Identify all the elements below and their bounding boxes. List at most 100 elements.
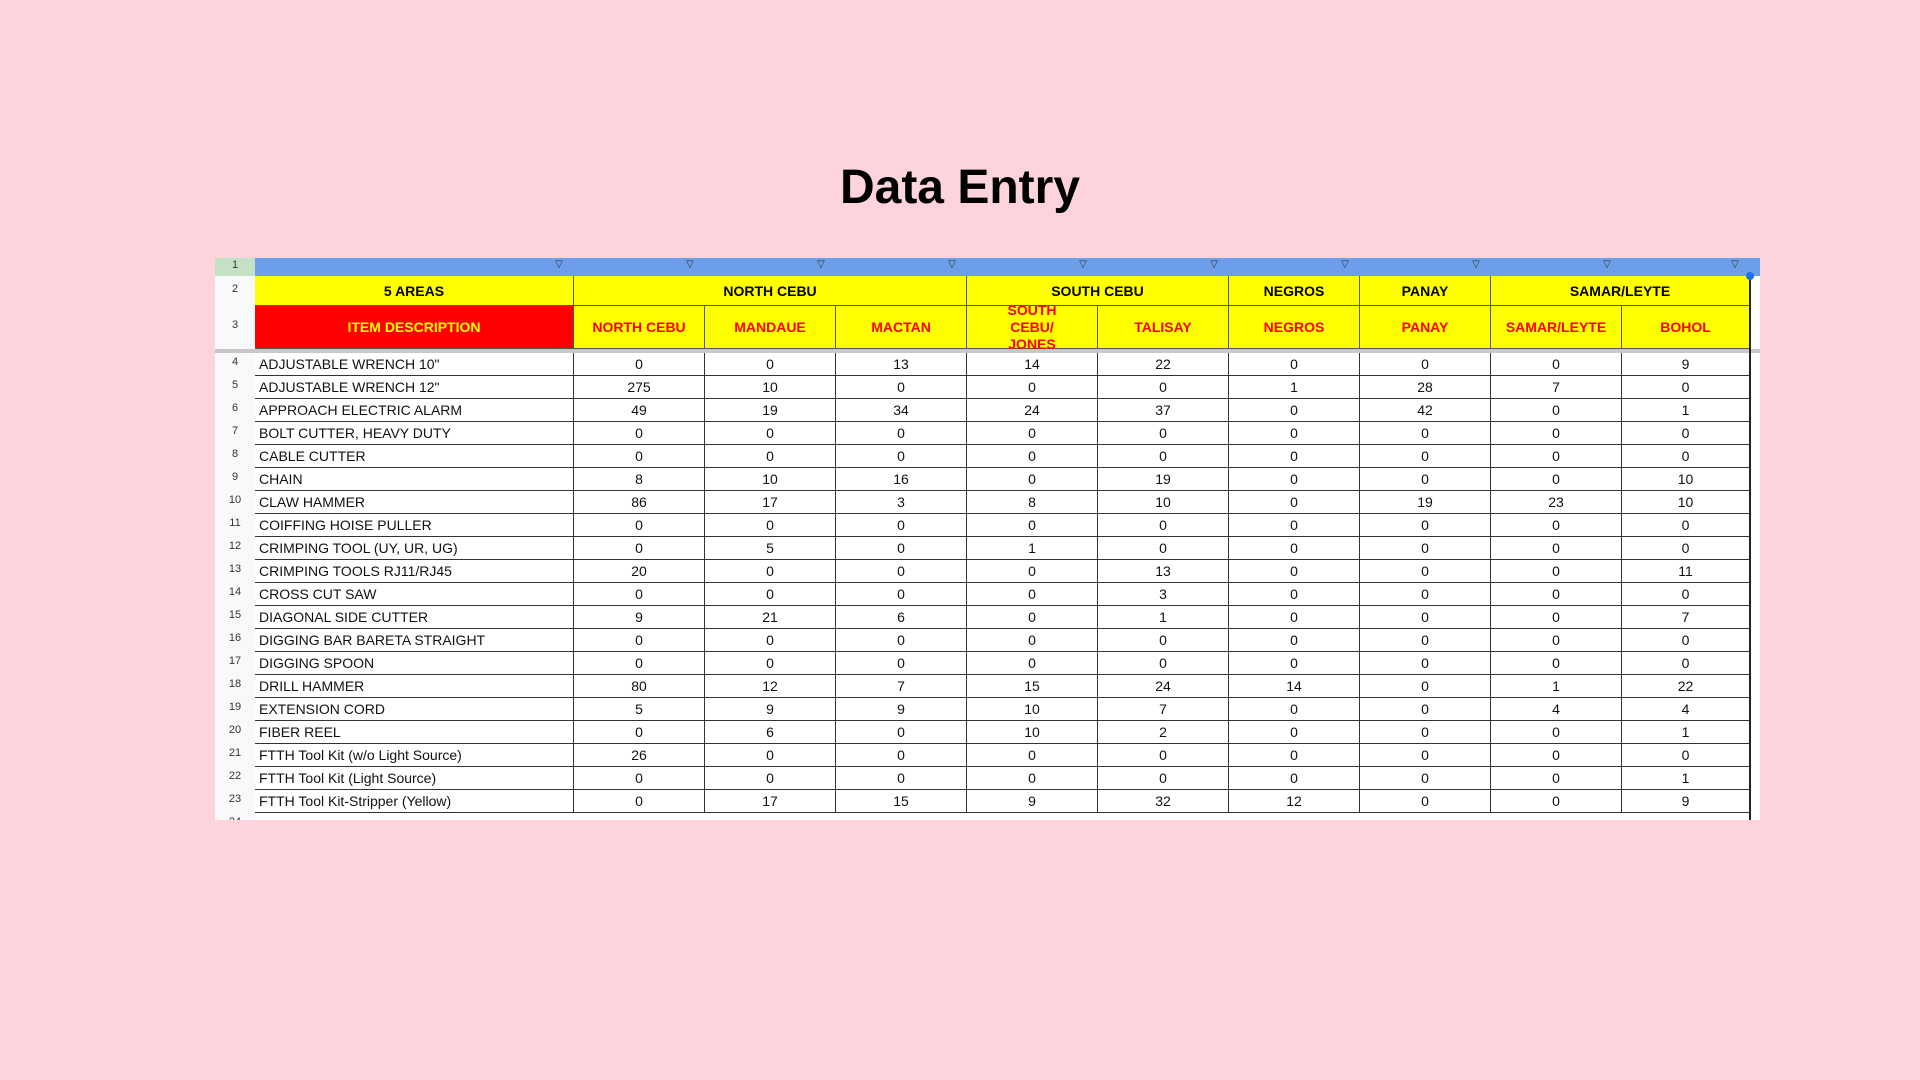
quantity-cell[interactable]: 1 [1622,399,1750,422]
quantity-cell[interactable]: 7 [836,675,967,698]
quantity-cell[interactable]: 13 [836,353,967,376]
quantity-cell[interactable]: 0 [574,790,705,813]
quantity-cell[interactable]: 28 [1360,376,1491,399]
filter-icon[interactable]: ▽ [1728,260,1742,270]
quantity-cell[interactable]: 0 [836,629,967,652]
quantity-cell[interactable]: 80 [574,675,705,698]
item-cell[interactable]: ADJUSTABLE WRENCH 12" [255,376,574,399]
quantity-cell[interactable]: 1 [1491,675,1622,698]
filter-icon[interactable]: ▽ [552,260,566,270]
item-cell[interactable]: FTTH Tool Kit (w/o Light Source) [255,744,574,767]
quantity-cell[interactable]: 0 [967,744,1098,767]
quantity-cell[interactable]: 9 [574,606,705,629]
quantity-cell[interactable]: 8 [967,491,1098,514]
quantity-cell[interactable]: 0 [1360,675,1491,698]
quantity-cell[interactable]: 0 [1229,698,1360,721]
quantity-cell[interactable]: 22 [1098,353,1229,376]
item-cell[interactable]: ADJUSTABLE WRENCH 10" [255,353,574,376]
quantity-cell[interactable]: 0 [1491,422,1622,445]
filter-icon[interactable]: ▽ [945,260,959,270]
quantity-cell[interactable]: 7 [1098,698,1229,721]
filter-icon[interactable]: ▽ [1076,260,1090,270]
quantity-cell[interactable]: 1 [1622,721,1750,744]
quantity-cell[interactable]: 0 [1622,445,1750,468]
quantity-cell[interactable]: 1 [967,537,1098,560]
quantity-cell[interactable]: 0 [836,744,967,767]
quantity-cell[interactable]: 34 [836,399,967,422]
quantity-cell[interactable]: 0 [1098,422,1229,445]
item-cell[interactable]: EXTENSION CORD [255,698,574,721]
column-header[interactable]: MACTAN [836,306,967,349]
quantity-cell[interactable]: 0 [1229,445,1360,468]
quantity-cell[interactable]: 0 [1622,744,1750,767]
row-number[interactable]: 9 [215,468,255,491]
quantity-cell[interactable]: 17 [705,491,836,514]
item-cell[interactable]: FTTH Tool Kit-Stripper (Yellow) [255,790,574,813]
quantity-cell[interactable]: 5 [705,537,836,560]
row-number[interactable]: 14 [215,583,255,606]
quantity-cell[interactable]: 15 [967,675,1098,698]
item-cell[interactable]: FIBER REEL [255,721,574,744]
quantity-cell[interactable]: 6 [836,606,967,629]
quantity-cell[interactable]: 21 [705,606,836,629]
quantity-cell[interactable]: 0 [967,445,1098,468]
quantity-cell[interactable]: 13 [1098,560,1229,583]
quantity-cell[interactable]: 10 [967,698,1098,721]
quantity-cell[interactable]: 7 [1491,376,1622,399]
item-cell[interactable]: COIFFING HOISE PULLER [255,514,574,537]
quantity-cell[interactable]: 12 [1229,790,1360,813]
quantity-cell[interactable]: 10 [705,376,836,399]
quantity-cell[interactable]: 0 [836,376,967,399]
quantity-cell[interactable]: 0 [1360,629,1491,652]
column-header[interactable]: SAMAR/LEYTE [1491,306,1622,349]
quantity-cell[interactable]: 0 [1360,744,1491,767]
quantity-cell[interactable]: 14 [967,353,1098,376]
quantity-cell[interactable]: 0 [836,537,967,560]
item-cell[interactable]: DIAGONAL SIDE CUTTER [255,606,574,629]
quantity-cell[interactable]: 9 [1622,790,1750,813]
quantity-cell[interactable]: 10 [705,468,836,491]
quantity-cell[interactable]: 49 [574,399,705,422]
quantity-cell[interactable]: 24 [967,399,1098,422]
row-number[interactable]: 7 [215,422,255,445]
quantity-cell[interactable]: 3 [836,491,967,514]
quantity-cell[interactable]: 0 [1098,514,1229,537]
quantity-cell[interactable]: 0 [836,422,967,445]
quantity-cell[interactable]: 0 [836,583,967,606]
item-cell[interactable]: DIGGING BAR BARETA STRAIGHT [255,629,574,652]
quantity-cell[interactable]: 0 [1360,767,1491,790]
column-header[interactable]: MANDAUE [705,306,836,349]
filter-icon[interactable]: ▽ [814,260,828,270]
quantity-cell[interactable]: 0 [705,353,836,376]
quantity-cell[interactable]: 0 [836,514,967,537]
quantity-cell[interactable]: 0 [1622,652,1750,675]
quantity-cell[interactable]: 0 [705,514,836,537]
quantity-cell[interactable]: 15 [836,790,967,813]
quantity-cell[interactable]: 0 [836,721,967,744]
quantity-cell[interactable]: 0 [836,560,967,583]
row-number[interactable]: 17 [215,652,255,675]
quantity-cell[interactable]: 0 [1229,744,1360,767]
quantity-cell[interactable]: 0 [1360,583,1491,606]
quantity-cell[interactable]: 14 [1229,675,1360,698]
item-cell[interactable]: DRILL HAMMER [255,675,574,698]
quantity-cell[interactable]: 0 [967,767,1098,790]
quantity-cell[interactable]: 0 [836,652,967,675]
quantity-cell[interactable]: 0 [574,652,705,675]
quantity-cell[interactable]: 5 [574,698,705,721]
row-number[interactable]: 5 [215,376,255,399]
quantity-cell[interactable]: 8 [574,468,705,491]
quantity-cell[interactable]: 10 [967,721,1098,744]
quantity-cell[interactable]: 0 [1098,767,1229,790]
row-number[interactable]: 23 [215,790,255,813]
quantity-cell[interactable]: 0 [1622,629,1750,652]
row-number[interactable]: 15 [215,606,255,629]
column-header[interactable]: SOUTH CEBU/ JONES [967,302,1098,352]
row-number[interactable]: 12 [215,537,255,560]
quantity-cell[interactable]: 0 [1491,744,1622,767]
quantity-cell[interactable]: 0 [574,445,705,468]
quantity-cell[interactable]: 0 [574,583,705,606]
row-number[interactable]: 8 [215,445,255,468]
filter-icon[interactable]: ▽ [1207,260,1221,270]
quantity-cell[interactable]: 0 [705,583,836,606]
